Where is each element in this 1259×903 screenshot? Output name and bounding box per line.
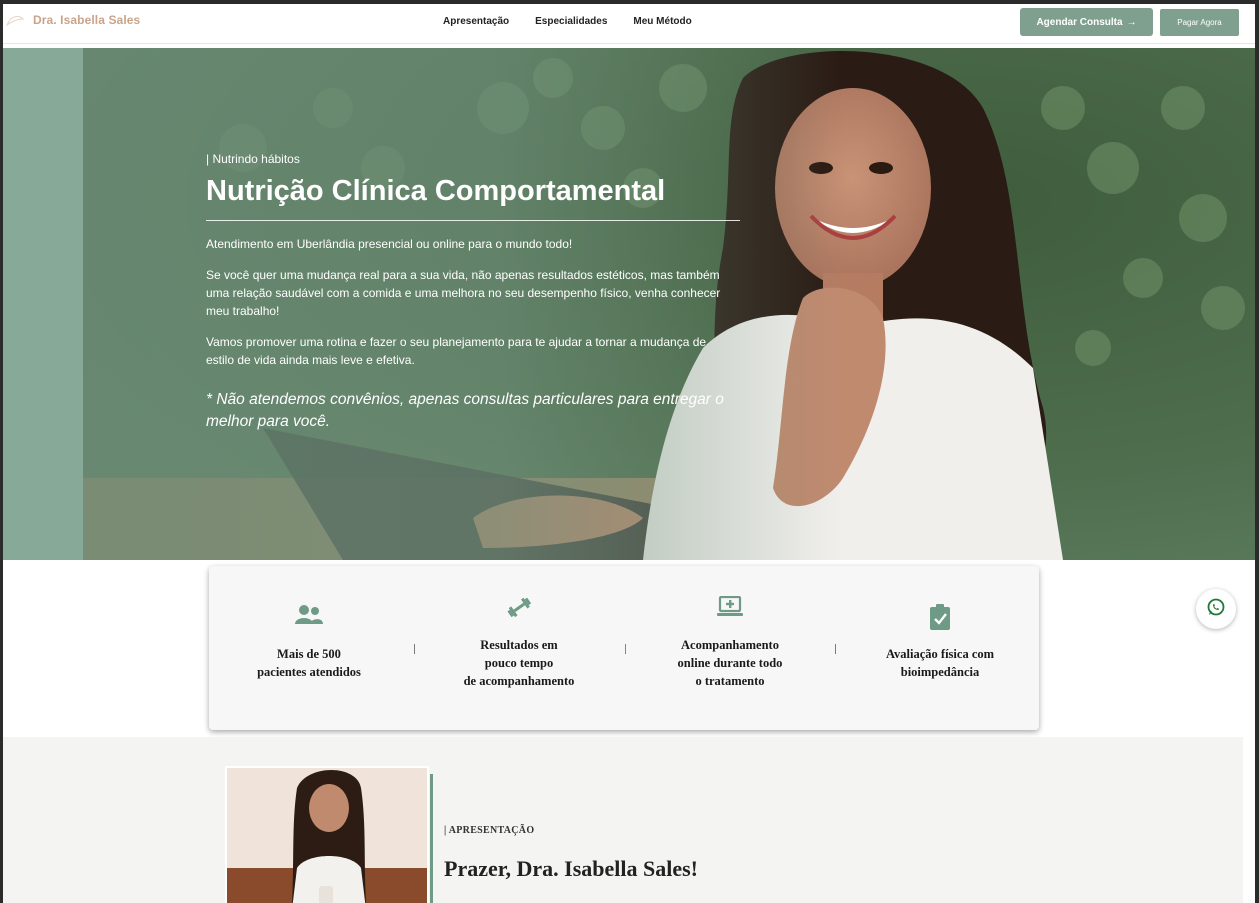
features-card: Mais de 500 pacientes atendidos Resultad… (209, 566, 1039, 730)
feature-bioimpedance-line1: Avaliação física com (885, 647, 995, 661)
feature-separator (835, 644, 836, 654)
users-icon (295, 604, 323, 631)
about-title: Prazer, Dra. Isabella Sales! (444, 856, 698, 881)
hero-disclaimer: * Não atendemos convênios, apenas consul… (206, 391, 724, 430)
laptop-medical-icon (716, 595, 744, 623)
hero-section: | Nutrindo hábitos Nutrição Clínica Comp… (3, 48, 1255, 560)
hero-paragraph-intro: Se você quer uma mudança real para a sua… (206, 268, 721, 318)
about-photo (225, 766, 429, 903)
hero-side-strip (3, 48, 83, 560)
feature-results-line2: pouco tempo (484, 656, 554, 670)
whatsapp-button[interactable] (1196, 589, 1236, 629)
feature-patients-line2: pacientes atendidos (257, 665, 361, 679)
brand-name: Dra. Isabella Sales (33, 13, 141, 27)
whatsapp-icon (1206, 597, 1226, 622)
menu-item-especialidades[interactable]: Especialidades (535, 16, 607, 27)
about-section: | APRESENTAÇÃO Prazer, Dra. Isabella Sal… (3, 737, 1243, 903)
feature-separator (414, 644, 415, 654)
feature-bioimpedance-line2: bioimpedância (900, 665, 980, 679)
leaf-logo-icon (5, 13, 25, 27)
feature-results-line3: de acompanhamento (463, 674, 575, 688)
page: Dra. Isabella Sales Apresentação Especia… (3, 4, 1255, 903)
arrow-right-icon: → (1126, 16, 1137, 28)
clipboard-check-icon (929, 603, 951, 636)
schedule-appointment-button[interactable]: Agendar Consulta → (1020, 8, 1153, 36)
about-section-tag: | APRESENTAÇÃO (444, 825, 535, 836)
hero-tagline: | Nutrindo hábitos (206, 152, 300, 166)
feature-patients: Mais de 500 pacientes atendidos (214, 566, 404, 730)
feature-online: Acompanhamento online durante todo o tra… (635, 566, 825, 730)
main-menu: Apresentação Especialidades Meu Método (443, 16, 692, 27)
top-navbar: Dra. Isabella Sales Apresentação Especia… (3, 4, 1255, 44)
hero-title: Nutrição Clínica Comportamental (206, 174, 740, 221)
feature-online-line2: online durante todo (677, 656, 783, 670)
brand-logo[interactable]: Dra. Isabella Sales (5, 13, 140, 27)
dumbbell-icon (506, 596, 532, 623)
feature-online-line1: Acompanhamento (681, 638, 779, 652)
schedule-appointment-label: Agendar Consulta (1036, 16, 1123, 28)
pay-now-button[interactable]: Pagar Agora (1160, 9, 1239, 36)
menu-item-meu-metodo[interactable]: Meu Método (633, 16, 691, 27)
feature-bioimpedance: Avaliação física com bioimpedância (845, 566, 1035, 730)
feature-results: Resultados em pouco tempo de acompanhame… (424, 566, 614, 730)
feature-online-line3: o tratamento (695, 674, 765, 688)
hero-paragraph-routine: Vamos promover uma rotina e fazer o seu … (206, 335, 707, 367)
about-accent-bar (430, 774, 433, 903)
hero-paragraph-location: Atendimento em Uberlândia presencial ou … (206, 237, 573, 251)
feature-patients-line1: Mais de 500 (277, 647, 341, 661)
feature-results-line1: Resultados em (480, 638, 558, 652)
menu-item-apresentacao[interactable]: Apresentação (443, 16, 509, 27)
feature-separator (625, 644, 626, 654)
hero-content: | Nutrindo hábitos Nutrição Clínica Comp… (206, 152, 746, 433)
